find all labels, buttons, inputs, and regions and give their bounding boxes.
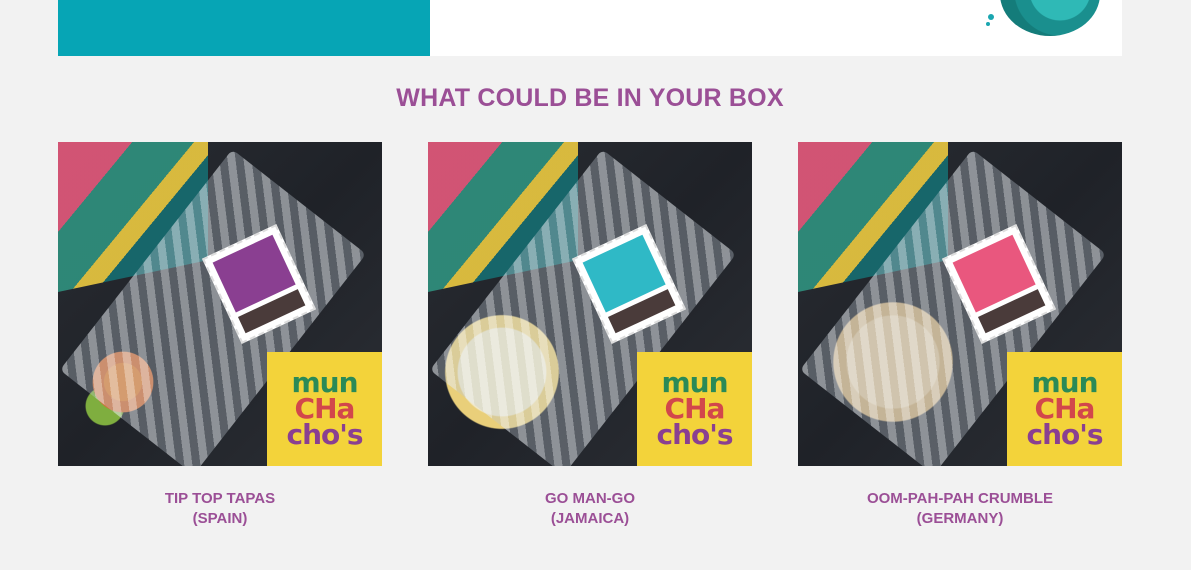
munchachos-logo: mun CHa cho's: [267, 352, 382, 466]
logo-line: cho's: [286, 418, 363, 451]
product-name: TIP TOP TAPAS: [164, 490, 276, 507]
product-photo[interactable]: mun CHa cho's: [428, 142, 752, 466]
product-country: (GERMANY): [916, 510, 1004, 527]
logo-line: cho's: [656, 418, 733, 451]
product-name: GO MAN-GO: [545, 490, 635, 507]
product-photo[interactable]: mun CHa cho's: [58, 142, 382, 466]
top-banner: [58, 0, 1122, 56]
product-card-oom-pah-pah-crumble[interactable]: mun CHa cho's OOM-PAH-PAH CRUMBLE (GERMA…: [798, 142, 1122, 529]
munchachos-logo: mun CHa cho's: [637, 352, 752, 466]
product-card-go-man-go[interactable]: mun CHa cho's GO MAN-GO (JAMAICA): [428, 142, 752, 529]
product-label[interactable]: GO MAN-GO (JAMAICA): [428, 489, 752, 529]
decorative-dot: [986, 22, 990, 26]
product-card-tip-top-tapas[interactable]: mun CHa cho's TIP TOP TAPAS (SPAIN): [58, 142, 382, 529]
munchachos-logo: mun CHa cho's: [1007, 352, 1122, 466]
logo-line: cho's: [1026, 418, 1103, 451]
product-label[interactable]: OOM-PAH-PAH CRUMBLE (GERMANY): [798, 489, 1122, 529]
decorative-dot: [988, 14, 994, 20]
teal-banner-block: [58, 0, 430, 56]
section-title: WHAT COULD BE IN YOUR BOX: [396, 84, 784, 112]
product-photo[interactable]: mun CHa cho's: [798, 142, 1122, 466]
product-name: OOM-PAH-PAH CRUMBLE: [866, 490, 1054, 507]
product-country: (JAMAICA): [550, 510, 630, 527]
globe-illustration: [1000, 0, 1100, 36]
product-country: (SPAIN): [192, 510, 248, 527]
product-label[interactable]: TIP TOP TAPAS (SPAIN): [58, 489, 382, 529]
